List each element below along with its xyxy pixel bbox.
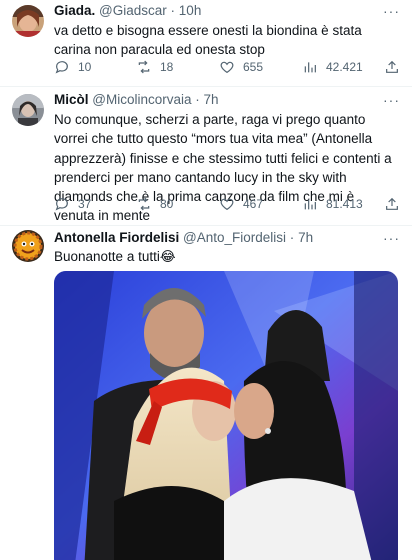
views-icon: [304, 62, 316, 73]
reply-count: 37: [78, 197, 92, 211]
views-count: 42.421: [326, 60, 363, 74]
timestamp[interactable]: 10h: [179, 3, 202, 18]
reply-count: 10: [78, 60, 92, 74]
reply-icon: [55, 61, 68, 74]
tweet-text: Buonanotte a tutti😂: [54, 249, 176, 264]
tweet-actions: 37 80 467 81.413: [54, 196, 400, 216]
timestamp[interactable]: 7h: [204, 92, 219, 107]
photo-image: [54, 271, 398, 560]
tweet-header: Antonella Fiordelisi @Anto_Fiordelisi · …: [54, 230, 382, 245]
reply-icon: [55, 198, 68, 211]
user-handle[interactable]: @Micolincorvaia: [92, 92, 191, 107]
tweet-micol[interactable]: Micòl @Micolincorvaia · 7h ··· No comunq…: [0, 87, 412, 225]
share-icon: [386, 197, 398, 210]
tweet-actions: 10 18 655 42.421: [54, 59, 400, 79]
display-name[interactable]: Antonella Fiordelisi: [54, 230, 179, 245]
avatar-micol[interactable]: [12, 94, 44, 126]
more-icon[interactable]: ···: [383, 92, 400, 108]
tweet-header: Giada. @Giadscar · 10h: [54, 3, 382, 18]
views-icon: [304, 199, 316, 210]
tweet-giada[interactable]: Giada. @Giadscar · 10h ··· va detto e bi…: [0, 0, 412, 86]
display-name[interactable]: Giada.: [54, 3, 95, 18]
reply-button[interactable]: 37: [54, 196, 91, 212]
views-count: 81.413: [326, 197, 363, 211]
like-count: 655: [243, 60, 264, 74]
views-button[interactable]: 42.421: [302, 59, 363, 75]
tweet-header: Micòl @Micolincorvaia · 7h: [54, 92, 382, 107]
reply-button[interactable]: 10: [54, 59, 91, 75]
user-handle[interactable]: @Anto_Fiordelisi: [183, 230, 286, 245]
like-icon: [220, 198, 234, 211]
share-button[interactable]: [384, 196, 400, 212]
like-icon: [220, 61, 234, 74]
display-name[interactable]: Micòl: [54, 92, 89, 107]
separator-dot: ·: [170, 3, 176, 18]
separator-dot: ·: [195, 92, 200, 107]
separator-dot: ·: [289, 230, 295, 245]
timestamp[interactable]: 7h: [298, 230, 313, 245]
avatar-giada[interactable]: [12, 5, 44, 37]
like-count: 467: [243, 197, 264, 211]
share-button[interactable]: [384, 59, 400, 75]
retweet-button[interactable]: 80: [136, 196, 173, 212]
retweet-icon: [138, 197, 150, 211]
views-button[interactable]: 81.413: [302, 196, 363, 212]
user-handle[interactable]: @Giadscar: [99, 3, 167, 18]
retweet-count: 18: [160, 60, 174, 74]
tweet-text: va detto e bisogna essere onesti la bion…: [54, 23, 362, 58]
like-button[interactable]: 655: [219, 59, 263, 75]
share-icon: [386, 60, 398, 73]
more-icon[interactable]: ···: [383, 230, 400, 246]
like-button[interactable]: 467: [219, 196, 263, 212]
tweet-photo[interactable]: [54, 271, 398, 560]
retweet-button[interactable]: 18: [136, 59, 173, 75]
retweet-icon: [138, 60, 150, 74]
avatar-antonella[interactable]: [12, 230, 44, 262]
more-icon[interactable]: ···: [383, 3, 400, 19]
retweet-count: 80: [160, 197, 174, 211]
